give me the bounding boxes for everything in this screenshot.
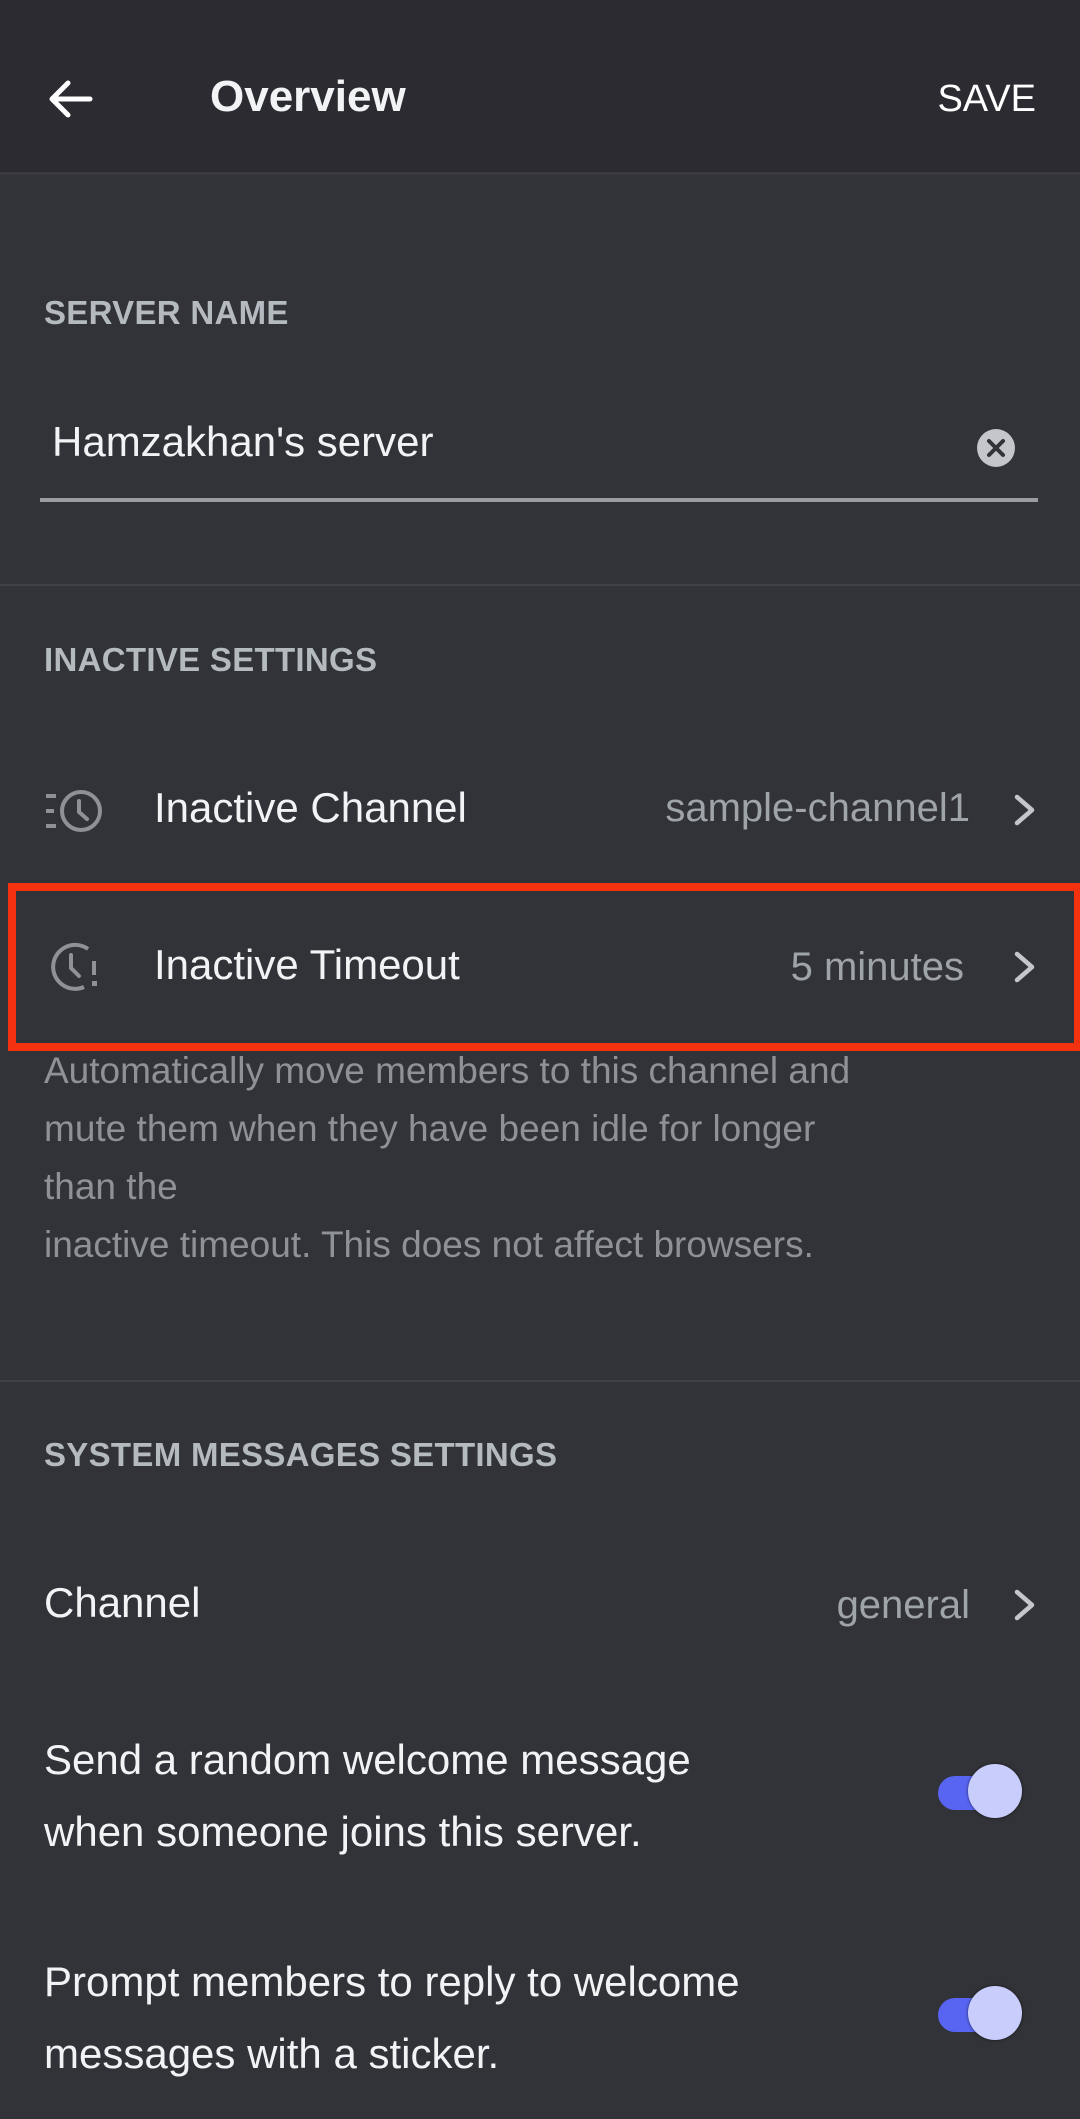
clear-input-button[interactable] — [976, 428, 1016, 468]
inactive-settings-section-label: INACTIVE SETTINGS — [44, 641, 378, 678]
back-button[interactable] — [46, 74, 96, 124]
arrow-left-icon — [49, 80, 93, 118]
inactive-channel-label: Inactive Channel — [154, 784, 467, 831]
system-messages-section-label: SYSTEM MESSAGES SETTINGS — [44, 1436, 558, 1473]
server-name-section-label: SERVER NAME — [44, 294, 289, 331]
welcome-message-setting-text: Send a random welcome message when someo… — [44, 1724, 924, 1868]
save-button[interactable]: SAVE — [937, 78, 1036, 121]
inactive-channel-value: sample-channel1 — [665, 786, 970, 830]
system-channel-row[interactable]: Channel general — [0, 1555, 1080, 1655]
setting-text-line: messages with a sticker. — [44, 2030, 500, 2077]
description-line: inactive timeout. This does not affect b… — [44, 1224, 814, 1265]
clear-circle-icon — [977, 429, 1015, 467]
description-line: than the — [44, 1166, 178, 1207]
inactive-timeout-row[interactable]: Inactive Timeout 5 minutes — [16, 891, 1058, 1043]
top-app-bar — [0, 0, 1080, 175]
inactive-channel-icon — [46, 790, 102, 832]
system-channel-label: Channel — [44, 1579, 201, 1626]
inactive-timeout-label: Inactive Timeout — [154, 941, 460, 988]
chevron-right-icon — [1014, 951, 1035, 983]
toggle-knob — [968, 1764, 1022, 1818]
setting-text-line: Send a random welcome message — [44, 1736, 691, 1783]
sticker-reply-setting-text: Prompt members to reply to welcome messa… — [44, 1946, 924, 2090]
inactive-settings-description: Automatically move members to this chann… — [44, 1042, 1034, 1274]
system-channel-value: general — [836, 1583, 970, 1627]
chevron-right-icon — [1014, 794, 1035, 826]
section-divider — [0, 584, 1080, 586]
server-name-input-underline — [40, 498, 1038, 502]
section-divider — [0, 1380, 1080, 1382]
setting-text-line: when someone joins this server. — [44, 1808, 642, 1855]
welcome-message-toggle[interactable] — [938, 1762, 1024, 1818]
inactive-channel-row[interactable]: Inactive Channel sample-channel1 — [0, 760, 1080, 860]
description-line: mute them when they have been idle for l… — [44, 1108, 816, 1149]
description-line: Automatically move members to this chann… — [44, 1050, 851, 1091]
setting-text-line: Prompt members to reply to welcome — [44, 1958, 740, 2005]
chevron-right-icon — [1014, 1589, 1035, 1621]
server-name-input[interactable]: Hamzakhan's server — [52, 418, 434, 466]
inactive-timeout-value: 5 minutes — [790, 945, 964, 989]
sticker-reply-toggle[interactable] — [938, 1984, 1024, 2040]
inactive-timeout-icon — [51, 942, 97, 991]
page-title: Overview — [210, 72, 406, 121]
toggle-knob — [968, 1986, 1022, 2040]
